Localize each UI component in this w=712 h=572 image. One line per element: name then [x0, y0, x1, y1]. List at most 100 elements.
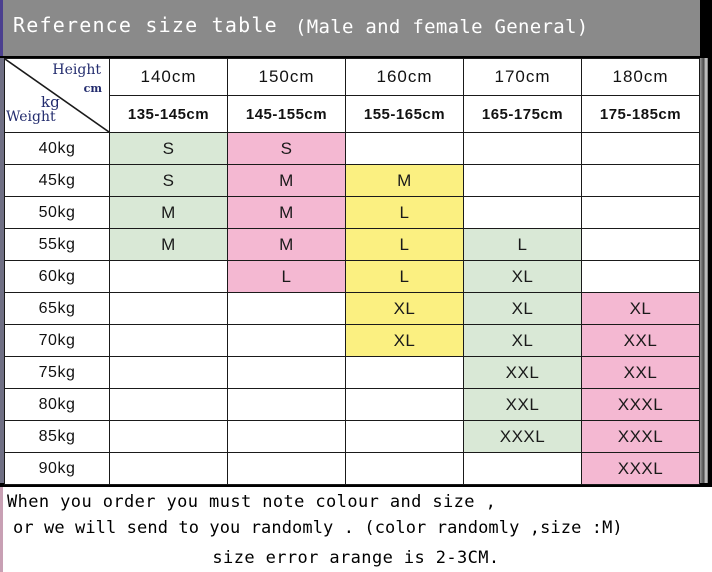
- column-header-height: 170cm: [463, 58, 582, 96]
- size-cell: M: [109, 228, 228, 261]
- size-cell-empty: [109, 356, 228, 389]
- size-cell: XL: [345, 324, 464, 357]
- row-header-weight: 80kg: [4, 388, 110, 421]
- size-cell-empty: [345, 420, 464, 453]
- column-subheader-range: 165-175cm: [463, 95, 582, 133]
- size-cell-empty: [109, 260, 228, 293]
- table-row: 75kg XXL XXL: [4, 356, 700, 389]
- size-table-image: Reference size table (Male and female Ge…: [0, 0, 712, 572]
- size-cell-empty: [345, 356, 464, 389]
- size-cell-empty: [463, 196, 582, 229]
- corner-weight-label: Weight: [6, 109, 56, 125]
- size-cell: XL: [345, 292, 464, 325]
- size-cell-empty: [227, 452, 346, 485]
- size-cell-empty: [345, 452, 464, 485]
- row-header-weight: 55kg: [4, 228, 110, 261]
- table-row: 60kg L L XL: [4, 260, 700, 293]
- size-cell-empty: [581, 132, 700, 165]
- size-cell-empty: [345, 388, 464, 421]
- table-row: 65kg XL XL XL: [4, 292, 700, 325]
- row-header-weight: 70kg: [4, 324, 110, 357]
- row-header-weight: 85kg: [4, 420, 110, 453]
- size-cell-empty: [345, 132, 464, 165]
- size-cell-empty: [227, 388, 346, 421]
- table-row: 70kg XL XL XXL: [4, 324, 700, 357]
- size-cell-empty: [463, 164, 582, 197]
- row-header-weight: 40kg: [4, 132, 110, 165]
- size-cell: M: [227, 164, 346, 197]
- footer-line-1: When you order you must note colour and …: [7, 492, 497, 512]
- corner-height-label: Height: [52, 62, 101, 78]
- row-header-weight: 65kg: [4, 292, 110, 325]
- size-cell: M: [345, 164, 464, 197]
- column-header-height: 160cm: [345, 58, 464, 96]
- size-cell-empty: [227, 292, 346, 325]
- table-row: 85kg XXXL XXXL: [4, 420, 700, 453]
- page-subtitle: (Male and female General): [295, 16, 589, 38]
- size-cell: L: [227, 260, 346, 293]
- size-cell-empty: [109, 388, 228, 421]
- corner-height-unit: cm: [83, 82, 102, 95]
- row-header-weight: 50kg: [4, 196, 110, 229]
- table-row: 55kg M M L L: [4, 228, 700, 261]
- size-cell-empty: [581, 228, 700, 261]
- table-row: 40kg S S: [4, 132, 700, 165]
- column-header-height: 150cm: [227, 58, 346, 96]
- size-cell-empty: [109, 324, 228, 357]
- column-subheader-range: 135-145cm: [109, 95, 228, 133]
- footer-line-3: size error arange is 2-3CM.: [3, 548, 709, 568]
- row-header-weight: 75kg: [4, 356, 110, 389]
- row-header-weight: 90kg: [4, 452, 110, 485]
- size-cell: L: [463, 228, 582, 261]
- size-cell: XXL: [581, 324, 700, 357]
- size-cell: XXL: [463, 356, 582, 389]
- size-cell-empty: [581, 260, 700, 293]
- size-cell-empty: [581, 196, 700, 229]
- row-header-weight: 60kg: [4, 260, 110, 293]
- size-cell-empty: [463, 132, 582, 165]
- table-row: 90kg XXXL: [4, 452, 700, 485]
- column-subheader-range: 155-165cm: [345, 95, 464, 133]
- size-table-container: Height cm kg Weight 140cm 150cm 160cm 17…: [0, 58, 700, 485]
- column-header-height: 180cm: [581, 58, 700, 96]
- page-title: Reference size table: [13, 13, 278, 37]
- size-cell-empty: [463, 452, 582, 485]
- size-cell: XL: [581, 292, 700, 325]
- size-cell: S: [227, 132, 346, 165]
- header-row-heights: Height cm kg Weight 140cm 150cm 160cm 17…: [4, 58, 700, 133]
- size-cell: XXL: [581, 356, 700, 389]
- size-cell-empty: [227, 356, 346, 389]
- size-cell-empty: [227, 324, 346, 357]
- size-cell: M: [109, 196, 228, 229]
- size-cell: XXXL: [581, 420, 700, 453]
- size-cell: XXXL: [581, 452, 700, 485]
- table-row: 50kg M M L: [4, 196, 700, 229]
- size-cell: S: [109, 164, 228, 197]
- size-cell-empty: [227, 420, 346, 453]
- footer-line-2: or we will send to you randomly . (color…: [13, 518, 623, 538]
- title-bar: Reference size table (Male and female Ge…: [0, 0, 700, 56]
- column-header-height: 140cm: [109, 58, 228, 96]
- size-cell-empty: [109, 292, 228, 325]
- size-cell: XXXL: [463, 420, 582, 453]
- size-cell: L: [345, 228, 464, 261]
- table-row: 80kg XXL XXXL: [4, 388, 700, 421]
- footer-line-3-text: size error arange is 2-3CM.: [212, 548, 500, 568]
- size-cell-empty: [109, 420, 228, 453]
- size-cell: S: [109, 132, 228, 165]
- size-cell: XL: [463, 292, 582, 325]
- size-cell-empty: [581, 164, 700, 197]
- size-cell: XL: [463, 260, 582, 293]
- size-cell: M: [227, 196, 346, 229]
- size-cell: L: [345, 196, 464, 229]
- corner-axis-cell: Height cm kg Weight: [4, 58, 110, 133]
- footer-notes: When you order you must note colour and …: [0, 487, 712, 572]
- column-subheader-range: 175-185cm: [581, 95, 700, 133]
- size-cell: XXL: [463, 388, 582, 421]
- size-cell: M: [227, 228, 346, 261]
- table-body: 40kg S S 45kg S M M 50kg M M L 55kg M M L L 60kg L L XL 65kg…: [4, 132, 700, 485]
- table-head: Height cm kg Weight 140cm 150cm 160cm 17…: [4, 58, 700, 133]
- table-row: 45kg S M M: [4, 164, 700, 197]
- size-cell: XL: [463, 324, 582, 357]
- size-table: Height cm kg Weight 140cm 150cm 160cm 17…: [4, 58, 700, 485]
